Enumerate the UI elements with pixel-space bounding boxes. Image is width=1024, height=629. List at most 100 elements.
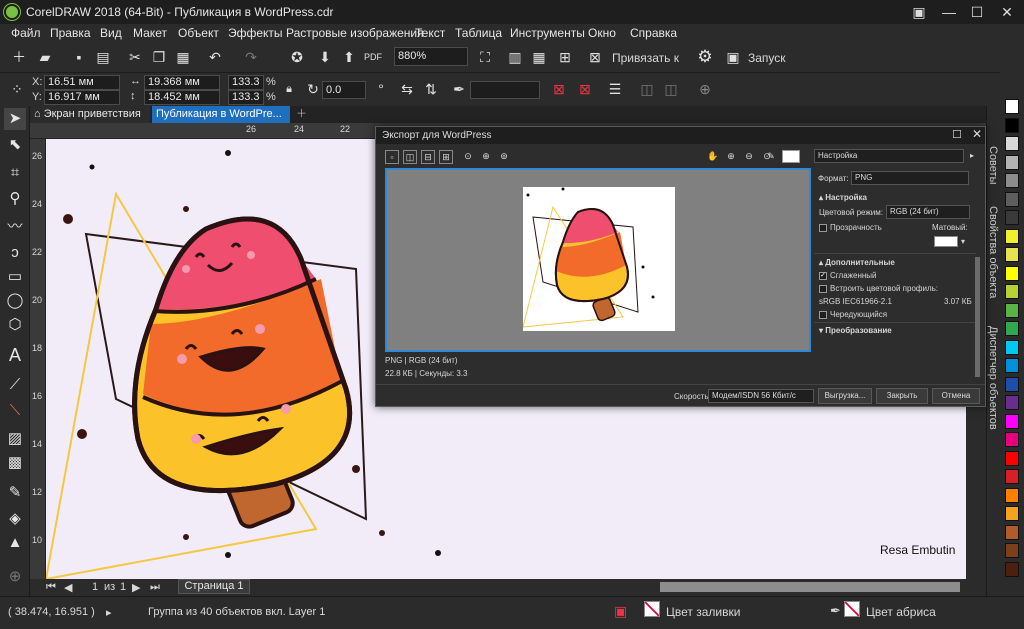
transparency-tool-icon[interactable]: ▩ xyxy=(4,452,26,474)
export-icon[interactable]: ⬆ xyxy=(338,46,360,68)
palette-swatch[interactable] xyxy=(1005,506,1019,521)
palette-swatch[interactable] xyxy=(1005,487,1019,503)
lock-ratio-icon[interactable]: 🔒︎ xyxy=(278,78,300,100)
zoom-in-icon[interactable]: ⊕ xyxy=(479,150,493,164)
section-settings-header[interactable]: ▴ Настройка xyxy=(819,193,867,202)
publish-pdf-icon[interactable]: PDF xyxy=(362,46,384,68)
color-proof-icon[interactable]: ▣ xyxy=(614,603,627,620)
menu-help[interactable]: Справка xyxy=(630,26,677,40)
options-gear-icon[interactable]: ⚙ xyxy=(694,46,716,68)
menu-view[interactable]: Вид xyxy=(100,26,122,40)
palette-swatch[interactable] xyxy=(1005,339,1019,355)
ellipse-tool-icon[interactable]: ◯ xyxy=(4,290,26,312)
docker-tab-object-manager[interactable]: Диспетчер объектов xyxy=(987,326,999,430)
launch-dropdown[interactable]: Запуск xyxy=(748,51,786,65)
transparency-checkbox[interactable] xyxy=(819,224,827,232)
width-field[interactable]: 19.368 мм xyxy=(144,75,220,90)
menu-object[interactable]: Объект xyxy=(178,26,219,40)
menu-bitmaps[interactable]: Растровые изображения xyxy=(286,26,424,40)
matte-dropdown-arrow-icon[interactable]: ▾ xyxy=(961,237,965,246)
text-tool-icon[interactable]: A xyxy=(4,344,26,366)
redo-icon[interactable]: ↷ xyxy=(240,46,262,68)
rotate-icon[interactable]: ↻ xyxy=(302,78,324,100)
matte-color-swatch[interactable] xyxy=(934,236,958,247)
menu-text[interactable]: Текст xyxy=(415,26,445,40)
export-preview[interactable] xyxy=(385,168,811,352)
maximize-button[interactable]: ☐ xyxy=(964,2,990,22)
dialog-close-button[interactable]: ✕ xyxy=(972,127,982,141)
dialog-zoom-in-icon[interactable]: ⊕ xyxy=(724,150,738,164)
zoom-level-select[interactable]: 880% xyxy=(394,47,468,66)
mirror-vertical-icon[interactable]: ⇅ xyxy=(420,78,442,100)
y-position-field[interactable]: 16.917 мм xyxy=(44,90,120,105)
parallel-dimension-icon[interactable]: ⟋ xyxy=(4,374,26,396)
open-folder-icon[interactable]: ▰ xyxy=(34,46,56,68)
settings-scrollbar[interactable] xyxy=(975,257,980,377)
palette-swatch[interactable] xyxy=(1005,543,1019,558)
split-vertical-icon[interactable]: ◫ xyxy=(403,150,417,164)
align-icon[interactable]: ☰ xyxy=(604,78,626,100)
zoom-tool-icon[interactable]: ⚲ xyxy=(4,188,26,210)
new-tab-icon[interactable]: ＋ xyxy=(292,106,308,123)
palette-swatch[interactable] xyxy=(1005,561,1019,577)
object-origin-icon[interactable]: ⁘ xyxy=(6,78,28,100)
search-content-icon[interactable]: ✪ xyxy=(286,46,308,68)
menu-tools[interactable]: Инструменты xyxy=(510,26,585,40)
tab-welcome[interactable]: ⌂ Экран приветствия xyxy=(30,106,150,123)
add-tool-icon[interactable]: ⊕ xyxy=(4,566,26,588)
palette-swatch[interactable] xyxy=(1005,173,1019,188)
show-guidelines-icon[interactable]: ⊞ xyxy=(554,46,576,68)
rotation-angle-field[interactable]: 0.0 xyxy=(322,81,366,99)
pick-tool-icon[interactable]: ➤ xyxy=(4,108,26,130)
paste-icon[interactable]: ▦ xyxy=(172,46,194,68)
menu-layout[interactable]: Макет xyxy=(133,26,167,40)
menu-edit[interactable]: Правка xyxy=(50,26,91,40)
polygon-tool-icon[interactable]: ⬡ xyxy=(4,314,26,336)
outline-none-swatch[interactable] xyxy=(844,601,860,617)
color-eyedropper-icon[interactable]: ✎ xyxy=(4,482,26,504)
preset-select[interactable]: Настройка xyxy=(814,149,964,163)
palette-swatch[interactable] xyxy=(1005,191,1019,207)
fill-none-swatch[interactable] xyxy=(644,601,660,617)
antialias-checkbox[interactable]: ✓ xyxy=(819,272,827,280)
import-icon[interactable]: ⬇ xyxy=(314,46,336,68)
snap-to-dropdown[interactable]: Привязать к xyxy=(612,51,679,65)
menu-window[interactable]: Окно xyxy=(588,26,616,40)
single-view-icon[interactable]: ▫ xyxy=(385,150,399,164)
snap-off-icon[interactable]: ⊠ xyxy=(584,46,606,68)
first-page-icon[interactable]: ⏮ xyxy=(46,581,56,594)
palette-swatch[interactable] xyxy=(1005,210,1019,225)
scale-width-field[interactable]: 133.3 xyxy=(228,75,264,90)
launch-icon[interactable]: ▣ xyxy=(722,46,744,68)
cancel-button[interactable]: Отмена xyxy=(932,388,980,404)
eyedropper-icon[interactable]: ✎ xyxy=(764,150,778,164)
cut-icon[interactable]: ✂ xyxy=(124,46,146,68)
export-upload-button[interactable]: Выгрузка... xyxy=(818,388,872,404)
palette-swatch[interactable] xyxy=(1005,321,1019,336)
split-horizontal-icon[interactable]: ⊟ xyxy=(421,150,435,164)
palette-swatch[interactable] xyxy=(1005,247,1019,262)
new-document-icon[interactable]: ＋ xyxy=(8,46,30,68)
artistic-media-icon[interactable]: ↄ xyxy=(4,242,26,264)
outline-width-select[interactable] xyxy=(470,81,540,99)
menu-effects[interactable]: Эффекты xyxy=(228,26,283,40)
palette-swatch[interactable] xyxy=(1005,376,1019,392)
section-advanced-header[interactable]: ▴ Дополнительные xyxy=(819,258,895,267)
palette-swatch[interactable] xyxy=(1005,302,1019,318)
horizontal-scrollbar-thumb[interactable] xyxy=(660,582,960,592)
format-select[interactable]: PNG xyxy=(851,171,969,185)
interactive-fill-icon[interactable]: ◈ xyxy=(4,508,26,530)
last-page-icon[interactable]: ⏭ xyxy=(150,581,160,594)
palette-swatch[interactable] xyxy=(1005,450,1019,466)
dialog-maximize-button[interactable]: ☐ xyxy=(952,128,962,141)
menu-table[interactable]: Таблица xyxy=(455,26,502,40)
quad-view-icon[interactable]: ⊞ xyxy=(439,150,453,164)
close-dialog-button[interactable]: Закрыть xyxy=(876,388,928,404)
outline-pen-status-icon[interactable]: ✒ xyxy=(830,603,841,619)
page-tab[interactable]: Страница 1 xyxy=(178,579,250,594)
restore-panel-icon[interactable]: ▣ xyxy=(906,2,932,22)
palette-swatch[interactable] xyxy=(1005,228,1019,244)
palette-swatch[interactable] xyxy=(1005,358,1019,373)
palette-swatch[interactable] xyxy=(1005,265,1019,281)
speed-select[interactable]: Модем/ISDN 56 Кбит/с xyxy=(708,389,814,403)
